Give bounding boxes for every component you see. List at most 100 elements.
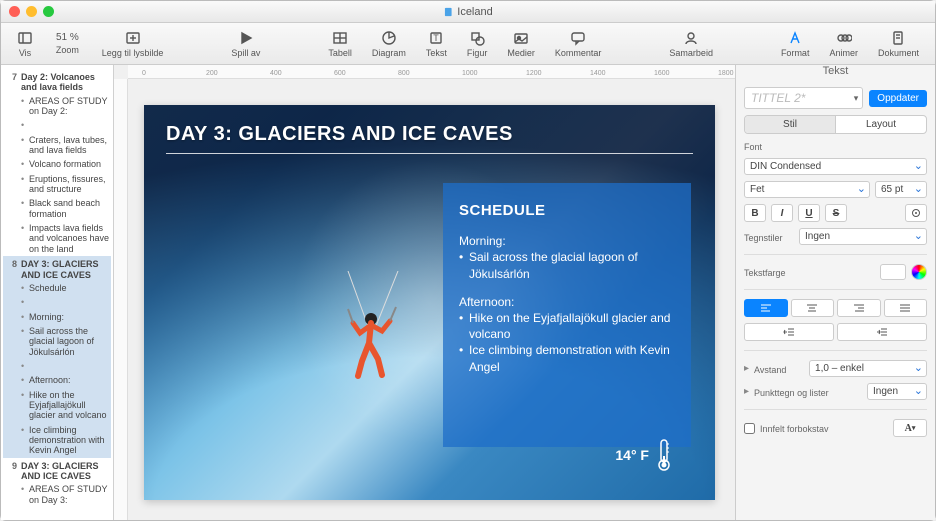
- view-icon: [17, 30, 33, 46]
- shape-label: Figur: [467, 48, 488, 58]
- outline-item[interactable]: •Black sand beach formation: [3, 196, 111, 221]
- advanced-options-button[interactable]: [905, 204, 927, 222]
- outline-item[interactable]: •Afternoon:: [3, 373, 111, 387]
- align-right-button[interactable]: [837, 299, 881, 317]
- outline-item[interactable]: •Schedule: [3, 281, 111, 295]
- font-section-label: Font: [744, 142, 927, 152]
- outline-panel[interactable]: 7 Day 2: Volcanoes and lava fields •AREA…: [1, 65, 114, 520]
- outline-item[interactable]: •: [3, 359, 111, 373]
- temperature-value: 14° F: [615, 447, 649, 463]
- color-picker-button[interactable]: [911, 264, 927, 280]
- outline-item[interactable]: •AREAS OF STUDY on Day 3:: [3, 482, 111, 507]
- outline-item[interactable]: •Volcano formation: [3, 157, 111, 171]
- shape-button[interactable]: Figur: [457, 28, 498, 60]
- strike-button[interactable]: S: [825, 204, 847, 222]
- outline-item[interactable]: •: [3, 118, 111, 132]
- outline-item[interactable]: •Hike on the Eyjafjallajökull glacier an…: [3, 388, 111, 423]
- slide-canvas[interactable]: DAY 3: GLACIERS AND ICE CAVES SCHEDULE M…: [144, 105, 715, 500]
- document-title: Iceland: [443, 6, 492, 18]
- outline-item[interactable]: •: [3, 295, 111, 309]
- indent-icon: [876, 327, 888, 337]
- slide-title-text[interactable]: DAY 3: GLACIERS AND ICE CAVES: [166, 123, 513, 146]
- outline-item[interactable]: •Morning:: [3, 310, 111, 324]
- outline-slide-9[interactable]: 9 DAY 3: GLACIERS AND ICE CAVES: [3, 458, 111, 483]
- slide-title: DAY 3: GLACIERS AND ICE CAVES: [21, 259, 109, 280]
- bullets-select[interactable]: Ingen: [867, 383, 927, 400]
- outline-item[interactable]: •Impacts lava fields and volcanoes have …: [3, 221, 111, 256]
- shape-icon: [469, 30, 485, 46]
- table-label: Tabell: [328, 48, 352, 58]
- font-family-select[interactable]: DIN Condensed: [744, 158, 927, 175]
- gear-icon: [910, 207, 922, 219]
- main-area: 7 Day 2: Volcanoes and lava fields •AREA…: [1, 65, 935, 520]
- font-weight-select[interactable]: Fet: [744, 181, 870, 198]
- align-justify-button[interactable]: [884, 299, 928, 317]
- schedule-item: Ice climbing demonstration with Kevin An…: [459, 342, 675, 374]
- indent-button[interactable]: [837, 323, 927, 341]
- zoom-button[interactable]: 51 % Zoom: [43, 30, 92, 57]
- align-center-button[interactable]: [791, 299, 835, 317]
- collab-icon: [683, 30, 699, 46]
- format-button[interactable]: Format: [771, 28, 820, 60]
- close-icon[interactable]: [9, 6, 20, 17]
- outline-item[interactable]: •Eruptions, fissures, and structure: [3, 172, 111, 197]
- media-label: Medier: [507, 48, 535, 58]
- add-slide-button[interactable]: Legg til lysbilde: [92, 28, 174, 60]
- stil-layout-tabs: Stil Layout: [744, 115, 927, 134]
- update-style-button[interactable]: Oppdater: [869, 90, 927, 107]
- table-button[interactable]: Tabell: [318, 28, 362, 60]
- dropcap-style-select[interactable]: A▾: [893, 419, 927, 437]
- tab-stil[interactable]: Stil: [745, 116, 836, 133]
- collaborate-button[interactable]: Samarbeid: [659, 28, 723, 60]
- char-styles-label: Tegnstiler: [744, 233, 794, 243]
- minimize-icon[interactable]: [26, 6, 37, 17]
- schedule-heading: SCHEDULE: [459, 201, 675, 221]
- chart-label: Diagram: [372, 48, 406, 58]
- text-label: Tekst: [426, 48, 447, 58]
- titlebar: Iceland: [1, 1, 935, 23]
- animate-button[interactable]: Animer: [819, 28, 868, 60]
- schedule-item: Sail across the glacial lagoon of Jökuls…: [459, 249, 675, 281]
- spacing-select[interactable]: 1,0 – enkel: [809, 360, 927, 377]
- comment-button[interactable]: Kommentar: [545, 28, 612, 60]
- window-controls: [9, 6, 54, 17]
- maximize-icon[interactable]: [43, 6, 54, 17]
- text-icon: T: [428, 30, 444, 46]
- italic-button[interactable]: I: [771, 204, 793, 222]
- char-styles-select[interactable]: Ingen: [799, 228, 927, 245]
- slide-number: 7: [5, 72, 17, 93]
- outline-slide-8[interactable]: 8 DAY 3: GLACIERS AND ICE CAVES: [3, 256, 111, 281]
- underline-button[interactable]: U: [798, 204, 820, 222]
- table-icon: [332, 30, 348, 46]
- tab-layout[interactable]: Layout: [836, 116, 926, 133]
- outline-item[interactable]: •AREAS OF STUDY on Day 2:: [3, 94, 111, 119]
- chart-button[interactable]: Diagram: [362, 28, 416, 60]
- media-button[interactable]: Medier: [497, 28, 545, 60]
- ruler-vertical: [114, 79, 128, 520]
- app-window: Iceland Vis 51 % Zoom Legg til lysbilde …: [0, 0, 936, 521]
- outline-item[interactable]: •Sail across the glacial lagoon of Jökul…: [3, 324, 111, 359]
- animate-label: Animer: [829, 48, 858, 58]
- align-left-button[interactable]: [744, 299, 788, 317]
- collaborate-label: Samarbeid: [669, 48, 713, 58]
- font-size-stepper[interactable]: 65 pt: [875, 181, 927, 198]
- spacing-label: Avstand: [754, 365, 804, 375]
- document-label: Dokument: [878, 48, 919, 58]
- play-button[interactable]: Spill av: [221, 28, 270, 60]
- outline-item[interactable]: •Ice climbing demonstration with Kevin A…: [3, 423, 111, 458]
- outdent-button[interactable]: [744, 323, 834, 341]
- ruler-horizontal: 0 200 400 600 800 1000 1200 1400 1600 18…: [128, 65, 735, 79]
- text-button[interactable]: T Tekst: [416, 28, 457, 60]
- dropcap-label: Innfelt forbokstav: [760, 424, 829, 434]
- outline-slide-7[interactable]: 7 Day 2: Volcanoes and lava fields: [3, 69, 111, 94]
- view-button[interactable]: Vis: [7, 28, 43, 60]
- document-button[interactable]: Dokument: [868, 28, 929, 60]
- dropcap-checkbox[interactable]: [744, 423, 755, 434]
- text-color-swatch[interactable]: [880, 264, 906, 280]
- schedule-box[interactable]: SCHEDULE Morning: Sail across the glacia…: [443, 183, 691, 447]
- bold-button[interactable]: B: [744, 204, 766, 222]
- paragraph-style-select[interactable]: TITTEL 2*: [744, 87, 863, 109]
- canvas-area[interactable]: 0 200 400 600 800 1000 1200 1400 1600 18…: [114, 65, 735, 520]
- toolbar: Vis 51 % Zoom Legg til lysbilde Spill av…: [1, 23, 935, 65]
- outline-item[interactable]: •Craters, lava tubes, and lava fields: [3, 133, 111, 158]
